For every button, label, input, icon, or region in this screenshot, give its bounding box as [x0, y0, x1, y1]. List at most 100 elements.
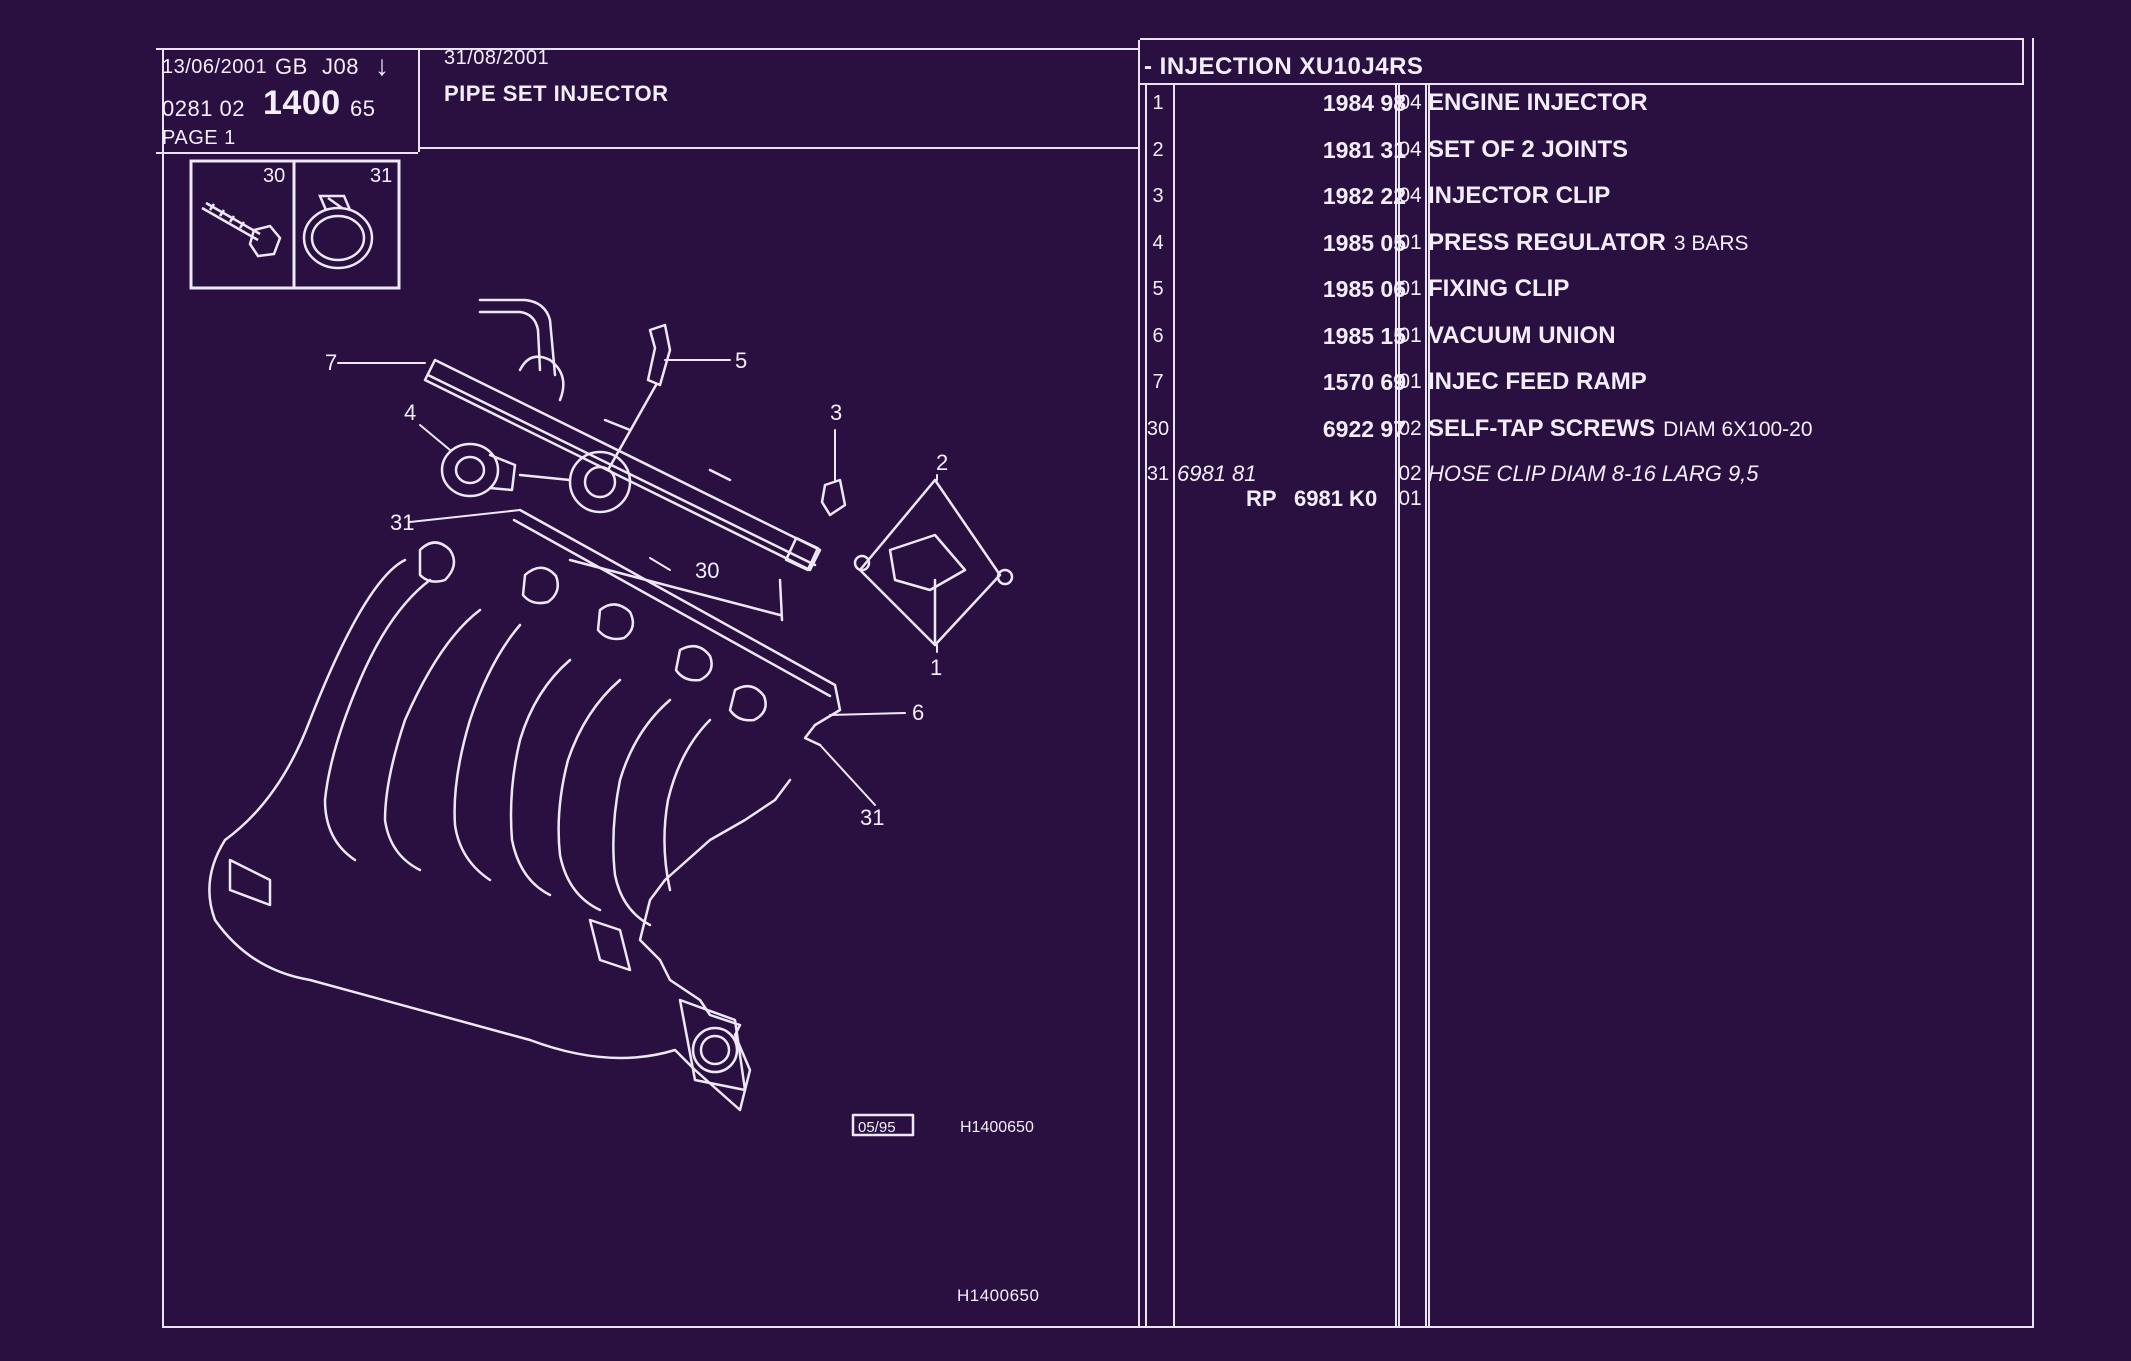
row-description: SET OF 2 JOINTS: [1428, 128, 1628, 172]
table-row: 7 1570 69 01 INJEC FEED RAMP: [1143, 360, 2013, 404]
pressure-regulator-part: [440, 442, 632, 514]
catalog-code: J08: [322, 54, 359, 79]
fixing-clip-part: [606, 323, 672, 472]
row-description-main: PRESS REGULATOR: [1428, 228, 1666, 256]
lang-code: GB: [275, 54, 308, 79]
inset-label-30: 30: [263, 165, 285, 187]
callout-7: 7: [325, 350, 337, 375]
feed-ramp-part: [423, 298, 822, 572]
row-number: 5: [1152, 278, 1164, 300]
row-reference: 1981 31: [1322, 136, 1406, 163]
ref-suffix: 65: [350, 96, 376, 121]
callout-31-bottom: 31: [860, 805, 884, 830]
frame-bottom: [162, 1326, 2034, 1328]
row-description-main: INJEC FEED RAMP: [1428, 368, 1647, 395]
row-reference: 1985 06: [1322, 276, 1406, 302]
frame-right: [2032, 38, 2034, 1328]
row-reference: 1982 22: [1322, 183, 1406, 209]
diagram-code: H1400650: [960, 1119, 1034, 1136]
row-number: 7: [1152, 371, 1164, 393]
table-row: 3 1982 22 04 INJECTOR CLIP: [1143, 174, 2013, 218]
row-description-main: INJECTOR CLIP: [1428, 182, 1611, 209]
exploded-diagram: 7 5 4 3 2 31 30 6 1 31 05/95 H1400650: [208, 298, 1034, 1137]
frame-top-right: [1140, 38, 2024, 40]
print-date: 13/06/2001: [162, 56, 268, 78]
hose-clip-icon: [302, 194, 374, 270]
header-bottom-left: [156, 152, 418, 154]
injector-clip-part: [820, 478, 847, 517]
row-quantity: 01: [1398, 230, 1422, 254]
callout-30: 30: [695, 558, 719, 583]
row-description: FIXING CLIP: [1428, 267, 1569, 311]
footer-code: H1400650: [957, 1286, 1040, 1305]
row-reference: 1570 69: [1322, 369, 1406, 395]
row-description-main: SET OF 2 JOINTS: [1428, 135, 1629, 163]
row-quantity: 01: [1398, 323, 1422, 347]
row-reference: 1985 05: [1322, 229, 1406, 256]
callout-5: 5: [735, 348, 747, 373]
row-reference: 1984 98: [1322, 90, 1406, 116]
row-description: VACUUM UNION: [1428, 314, 1616, 358]
row-quantity: 01: [1398, 277, 1422, 300]
row-description: INJECTOR CLIP: [1428, 174, 1610, 218]
row-number: 4: [1152, 231, 1164, 254]
row-description-main: FIXING CLIP: [1428, 275, 1570, 302]
page-number: PAGE 1: [162, 127, 236, 149]
injector-diamond: [853, 478, 1014, 647]
header-bottom-right: [418, 147, 1138, 149]
section-title: - INJECTION XU10J4RS: [1144, 53, 1424, 80]
down-arrow-icon: ↓: [375, 50, 390, 81]
row-description-extra: 3 BARS: [1673, 231, 1749, 255]
inset-label-31: 31: [370, 165, 392, 187]
callout-6: 6: [912, 700, 924, 725]
row-number: 3: [1152, 185, 1164, 207]
rp-label: RP: [1246, 486, 1277, 511]
page-title: PIPE SET INJECTOR: [444, 81, 669, 106]
row-quantity: 02: [1398, 416, 1422, 440]
rp-quantity: 01: [1398, 487, 1422, 510]
date-box-text: 05/95: [858, 1119, 896, 1136]
center-divider: [1138, 40, 1140, 1328]
callout-31-top: 31: [390, 510, 414, 535]
vacuum-pipe-part: [512, 508, 842, 747]
header-divider-vertical: [418, 48, 420, 152]
ref-main: 1400: [263, 84, 341, 122]
row-number: 2: [1152, 138, 1164, 161]
row-quantity: 04: [1398, 137, 1422, 161]
table-row: 2 1981 31 04 SET OF 2 JOINTS: [1143, 128, 2013, 172]
ref-prefix: 0281 02: [162, 96, 246, 121]
screw-icon: [201, 201, 282, 258]
table-row: 1 1984 98 04 ENGINE INJECTOR: [1143, 81, 2013, 125]
table-row: 4 1985 05 01 PRESS REGULATOR 3 BARS: [1143, 221, 2013, 265]
callout-3: 3: [830, 400, 842, 425]
table-row: 30 6922 97 02 SELF-TAP SCREWS DIAM 6X100-20: [1143, 407, 2013, 451]
table-row: 5 1985 06 01 FIXING CLIP: [1143, 267, 2013, 311]
row-quantity: 04: [1398, 184, 1422, 207]
frame-right-upper: [2022, 38, 2024, 84]
row-reference: 1985 15: [1322, 322, 1406, 349]
callout-1: 1: [930, 655, 942, 680]
row-quantity: 04: [1398, 91, 1422, 114]
frame-top-left: [156, 48, 1140, 50]
row-description-main: SELF-TAP SCREWS: [1428, 414, 1656, 442]
row-description: ENGINE INJECTOR: [1428, 81, 1648, 125]
row-description: SELF-TAP SCREWS DIAM 6X100-20: [1428, 407, 1813, 451]
table-row: 6 1985 15 01 VACUUM UNION: [1143, 314, 2013, 358]
row-number: 1: [1152, 92, 1164, 114]
intake-manifold-part: [208, 541, 792, 1112]
callout-4: 4: [404, 400, 416, 425]
row-description-main: VACUUM UNION: [1428, 321, 1616, 349]
row-number: 6: [1152, 324, 1164, 347]
issue-date: 31/08/2001: [444, 47, 550, 69]
row-description-extra: DIAM 6X100-20: [1663, 417, 1813, 441]
frame-left: [162, 48, 164, 1328]
table-row-rp: RP 6981 K0 01: [1143, 477, 2013, 521]
rp-reference: 6981 K0: [1294, 486, 1378, 511]
row-reference: 6922 97: [1322, 415, 1406, 442]
row-description: INJEC FEED RAMP: [1428, 360, 1647, 404]
row-quantity: 01: [1398, 370, 1422, 393]
row-number: 30: [1146, 417, 1170, 440]
row-description: PRESS REGULATOR 3 BARS: [1428, 221, 1749, 265]
inset-box: 30 31: [189, 159, 401, 290]
row-description-main: ENGINE INJECTOR: [1428, 89, 1648, 116]
